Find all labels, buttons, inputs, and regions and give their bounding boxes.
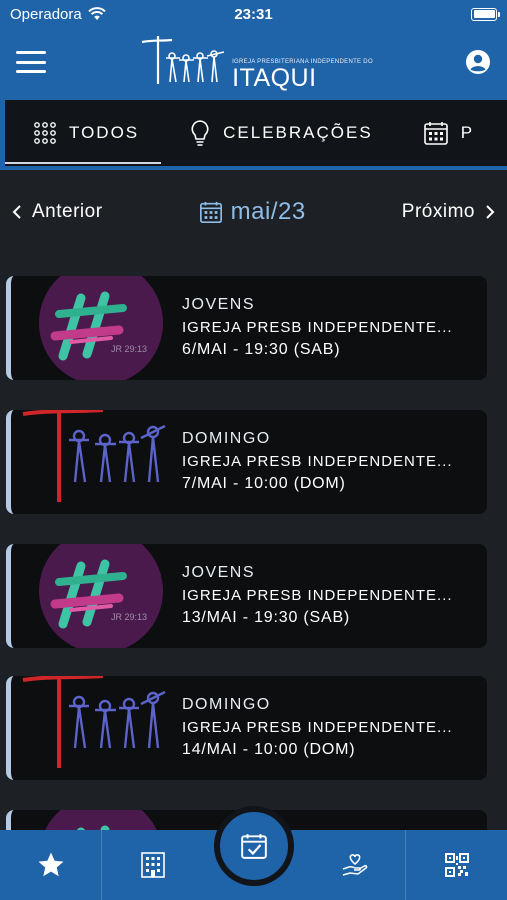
event-venue: IGREJA PRESB INDEPENDENTE... (182, 719, 453, 736)
chevron-right-icon (486, 205, 495, 219)
donations-tab[interactable] (304, 830, 405, 900)
menu-icon-line (16, 51, 46, 54)
event-card[interactable]: JR 29:13 JOVENS IGREJA PRESB INDEPENDENT… (6, 276, 487, 380)
calendar-icon (199, 201, 222, 223)
church-logo: IGREJA PRESBITERIANA INDEPENDENTE DO ITA… (138, 34, 373, 92)
calendar-icon (423, 122, 448, 145)
qr-code-icon (444, 853, 469, 877)
lightbulb-icon (191, 120, 209, 146)
tab-todos[interactable]: TODOS (5, 100, 162, 166)
church-cross-people-logo-icon (22, 410, 166, 502)
star-icon (38, 852, 63, 877)
wifi-icon (88, 7, 106, 20)
previous-label: Anterior (32, 201, 103, 222)
event-badge: JR 29:13 (111, 612, 147, 622)
menu-button[interactable] (16, 51, 46, 73)
event-title: JOVENS (182, 564, 256, 581)
event-title: JOVENS (182, 296, 256, 313)
current-month[interactable]: mai/23 (199, 198, 306, 226)
month-value: mai/23 (230, 198, 306, 225)
event-info: DOMINGO IGREJA PRESB INDEPENDENTE... 14/… (182, 696, 482, 759)
event-card[interactable]: JR 29:13 JOVENS IGREJA PRESB INDEPENDENT… (6, 544, 487, 648)
grid-dots-icon (34, 122, 56, 144)
profile-icon[interactable] (465, 49, 491, 75)
bottom-navigation (0, 806, 507, 900)
event-date: 7/MAI - 10:00 (DOM) (182, 475, 346, 492)
tab-celebracoes[interactable]: CELEBRAÇÕES (161, 100, 395, 166)
logo-title: ITAQUI (232, 64, 317, 92)
event-title: DOMINGO (182, 696, 271, 713)
jovens-hash-logo-icon: JR 29:13 (39, 544, 163, 648)
tab-label: P (460, 123, 475, 142)
event-venue: IGREJA PRESB INDEPENDENTE... (182, 453, 453, 470)
next-month-button[interactable]: Próximo (402, 201, 495, 223)
previous-month-button[interactable]: Anterior (12, 201, 103, 223)
favorites-tab[interactable] (0, 830, 101, 900)
carrier-group: Operadora (10, 6, 106, 23)
event-card[interactable]: DOMINGO IGREJA PRESB INDEPENDENTE... 14/… (6, 676, 487, 780)
tab-label: CELEBRAÇÕES (223, 123, 373, 142)
category-tabs: TODOS CELEBRAÇÕES P (5, 100, 507, 166)
event-date: 14/MAI - 10:00 (DOM) (182, 741, 356, 758)
events-tab-circle[interactable] (213, 806, 294, 886)
next-label: Próximo (401, 201, 475, 222)
event-date: 6/MAI - 19:30 (SAB) (182, 341, 341, 358)
battery-icon (471, 7, 500, 21)
month-navigation: Anterior mai/23 Próximo (0, 188, 507, 236)
events-tab[interactable] (203, 806, 304, 900)
event-venue: IGREJA PRESB INDEPENDENTE... (182, 319, 453, 336)
menu-icon-line (16, 60, 46, 64)
event-info: JOVENS IGREJA PRESB INDEPENDENTE... 13/M… (182, 564, 482, 627)
event-venue: IGREJA PRESB INDEPENDENTE... (182, 587, 453, 604)
app-header: IGREJA PRESBITERIANA INDEPENDENTE DO ITA… (0, 28, 507, 96)
event-info: JOVENS IGREJA PRESB INDEPENDENTE... 6/MA… (182, 296, 482, 359)
tab-label: TODOS (69, 123, 140, 142)
event-badge: JR 29:13 (111, 344, 147, 354)
tab-partial[interactable]: P (395, 100, 496, 166)
event-title: DOMINGO (182, 430, 271, 447)
event-info: DOMINGO IGREJA PRESB INDEPENDENTE... 7/M… (182, 430, 482, 493)
jovens-hash-logo-icon: JR 29:13 (39, 276, 163, 380)
calendar-check-icon (240, 834, 267, 859)
status-bar: Operadora 23:31 (0, 0, 507, 28)
building-icon (140, 852, 165, 878)
church-tab[interactable] (102, 830, 203, 900)
event-date: 13/MAI - 19:30 (SAB) (182, 609, 351, 626)
menu-icon-line (16, 70, 46, 73)
event-card[interactable]: DOMINGO IGREJA PRESB INDEPENDENTE... 7/M… (6, 410, 487, 514)
church-cross-people-logo-icon (22, 676, 166, 768)
category-tabs-container: TODOS CELEBRAÇÕES P (0, 96, 507, 170)
hand-heart-icon (342, 854, 367, 876)
carrier-label: Operadora (10, 5, 82, 23)
qr-code-tab[interactable] (406, 830, 507, 900)
cross-people-logo-icon (141, 36, 225, 84)
chevron-left-icon (12, 205, 21, 219)
